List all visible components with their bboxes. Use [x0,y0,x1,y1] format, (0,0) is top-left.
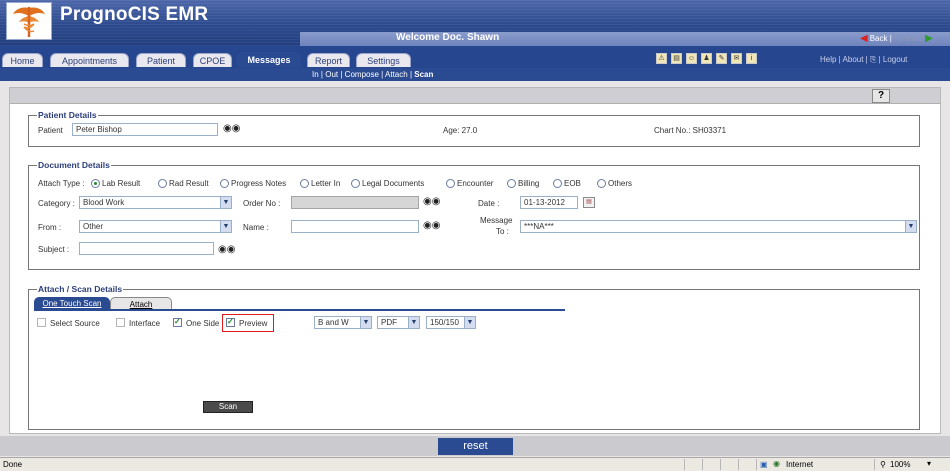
patient-details-legend: Patient Details [38,110,97,120]
one-side-label: One Side [186,319,220,328]
order-no-label: Order No : [243,199,281,208]
radio-others[interactable] [597,179,606,188]
interface-label: Interface [129,319,161,328]
zone-text: Internet [786,460,814,469]
alert-icon[interactable]: ⚠ [656,53,667,64]
zoom-icon[interactable]: ⚲ [880,460,886,469]
radio-encounter[interactable] [446,179,455,188]
person-icon[interactable]: ♟ [701,53,712,64]
select-source-checkbox[interactable] [37,318,46,327]
radio-legal-documents[interactable] [351,179,360,188]
messages-subnav: In | Out | Compose | Attach | Scan [312,70,434,79]
name-search-icon[interactable]: ◉◉ [423,220,440,231]
document-details-legend: Document Details [38,160,110,170]
globe-icon: ◉ [773,459,780,468]
scan-button[interactable]: Scan [203,401,253,413]
subject-search-icon[interactable]: ◉◉ [218,244,235,255]
select-source-label: Select Source [50,319,100,328]
subject-label: Subject : [38,245,70,254]
caduceus-logo-icon [6,2,52,40]
message-to-label: Message [480,216,513,225]
chevron-down-icon: ▼ [220,197,231,208]
patient-label: Patient [38,126,63,135]
chevron-down-icon: ▼ [408,317,419,328]
forward-arrow-icon[interactable]: ▶ [925,33,933,44]
back-arrow-icon[interactable]: ◀ [860,33,868,44]
subnav-out[interactable]: Out [325,70,338,79]
chevron-down-icon: ▼ [360,317,371,328]
main-panel: ? Patient Details Patient Peter Bishop ◉… [9,87,941,434]
tab-appointments[interactable]: Appointments [50,53,129,67]
radio-progress-notes[interactable] [220,179,229,188]
help-button[interactable]: ? [872,89,890,103]
one-side-checkbox[interactable] [173,317,182,327]
subnav-attach[interactable]: Attach [385,70,408,79]
order-no-field[interactable] [291,196,419,209]
help-about-links[interactable]: Help | About | [820,55,870,64]
app-title: PrognoCIS EMR [60,4,209,25]
calendar-icon[interactable]: ▤ [583,197,595,208]
chevron-down-icon: ▼ [220,221,231,232]
from-label: From : [38,223,62,232]
chevron-down-icon[interactable]: ▾ [927,459,931,468]
dpi-select[interactable]: 150/150 ▼ [426,316,476,329]
radio-eob[interactable] [553,179,562,188]
back-link[interactable]: Back | [870,34,892,43]
app-header: PrognoCIS EMR Welcome Doc. Shawn ◀ Back … [0,0,950,46]
tab-messages[interactable]: Messages [237,52,301,67]
age-text: Age: 27.0 [443,126,478,135]
format-select[interactable]: PDF ▼ [377,316,420,329]
category-select[interactable]: Blood Work ▼ [79,196,232,209]
mail-icon[interactable]: ✉ [731,53,742,64]
subnav-scan[interactable]: Scan [414,70,433,79]
radio-billing[interactable] [507,179,516,188]
welcome-text: Welcome Doc. Shawn [396,32,500,43]
forward-link[interactable]: Forward [894,34,923,43]
browser-status-bar: Done ▣ ◉ Internet ⚲ 100% ▾ [0,457,950,471]
tab-cpoe[interactable]: CPOE [193,53,232,67]
category-label: Category : [38,199,75,208]
chevron-down-icon: ▼ [464,317,475,328]
chevron-down-icon: ▼ [905,221,916,232]
tab-home[interactable]: Home [2,53,43,67]
name-label: Name : [243,223,269,232]
date-label: Date : [478,199,500,208]
reset-button[interactable]: reset [438,438,513,455]
calendar-icon[interactable]: ▤ [671,53,682,64]
attach-type-label: Attach Type : [38,179,85,188]
date-field[interactable]: 01-13-2012 [520,196,578,209]
from-select[interactable]: Other ▼ [79,220,232,233]
radio-letter-in[interactable] [300,179,309,188]
color-mode-select[interactable]: B and W ▼ [314,316,372,329]
attach-scan-legend: Attach / Scan Details [38,284,123,294]
zoom-level[interactable]: 100% [890,460,910,469]
subnav-compose[interactable]: Compose [345,70,379,79]
info-icon[interactable]: i [746,53,757,64]
order-search-icon[interactable]: ◉◉ [423,196,440,207]
tab-settings[interactable]: Settings [356,53,411,67]
radio-lab-result[interactable] [91,179,100,188]
subnav-in[interactable]: In [312,70,319,79]
tab-report[interactable]: Report [307,53,350,67]
document-icon[interactable]: ✎ [716,53,727,64]
radio-rad-result[interactable] [158,179,167,188]
tab-patient[interactable]: Patient [136,53,186,67]
security-icon: ▣ [760,460,768,469]
interface-checkbox[interactable] [116,318,125,327]
toolbar-icons: ⚠ ▤ ☺ ♟ ✎ ✉ i [656,53,757,64]
patient-field[interactable]: Peter Bishop [72,123,218,136]
user-icon[interactable]: ☺ [686,53,697,64]
name-field[interactable] [291,220,419,233]
message-to-select[interactable]: ***NA*** ▼ [520,220,917,233]
preview-highlight [222,314,274,332]
patient-search-icon[interactable]: ◉◉ [223,123,240,134]
subject-field[interactable] [79,242,214,255]
chart-number-text: Chart No.: SH03371 [654,126,727,135]
status-text: Done [3,460,23,469]
logout-link[interactable]: | Logout [876,55,908,64]
